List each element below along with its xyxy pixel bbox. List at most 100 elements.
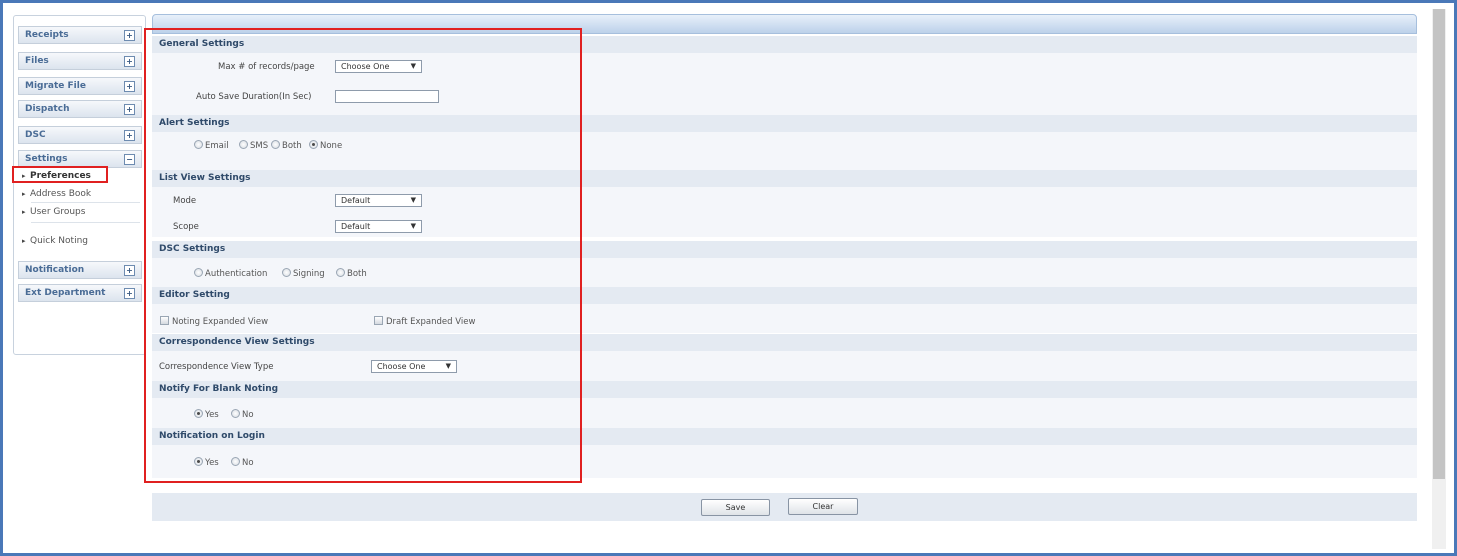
sidebar-item-label: Address Book <box>30 189 92 199</box>
chevron-down-icon: ▼ <box>410 196 416 204</box>
expand-icon[interactable]: + <box>124 81 135 92</box>
list-view-settings-body: Mode Default ▼ Scope Default ▼ <box>152 187 1417 237</box>
divider <box>31 202 140 203</box>
general-settings-body: Max # of records/page Choose One ▼ Auto S… <box>152 53 1417 115</box>
menu-label: Files <box>25 56 49 66</box>
section-dsc-settings: DSC Settings <box>152 241 1417 258</box>
menu-files[interactable]: Files + <box>18 52 142 70</box>
menu-label: Migrate File <box>25 81 86 91</box>
arrow-icon: ▸ <box>22 237 26 245</box>
noting-expanded-checkbox[interactable] <box>160 316 169 325</box>
login-notif-yes-label: Yes <box>205 458 219 468</box>
section-editor-setting: Editor Setting <box>152 287 1417 304</box>
panel-header-bar <box>152 14 1417 34</box>
section-general-settings: General Settings <box>152 36 1417 53</box>
dsc-settings-body: Authentication Signing Both <box>152 258 1417 287</box>
menu-label: Notification <box>25 265 85 275</box>
expand-icon[interactable]: + <box>124 265 135 276</box>
save-button[interactable]: Save <box>701 499 770 516</box>
sidebar: Receipts + Files + Migrate File + Dispatch +… <box>13 15 146 355</box>
menu-label: Ext Department <box>25 288 106 298</box>
section-correspondence-view-settings: Correspondence View Settings <box>152 334 1417 351</box>
alert-sms-radio[interactable] <box>239 140 248 149</box>
blank-noting-no-radio[interactable] <box>231 409 240 418</box>
alert-none-label: None <box>320 141 343 151</box>
expand-icon[interactable]: + <box>124 104 135 115</box>
menu-dispatch[interactable]: Dispatch + <box>18 100 142 118</box>
sidebar-item-user-groups[interactable]: ▸ User Groups <box>18 207 142 217</box>
expand-icon[interactable]: + <box>124 30 135 41</box>
menu-label: DSC <box>25 130 46 140</box>
max-records-select[interactable]: Choose One ▼ <box>335 60 422 73</box>
correspondence-type-select[interactable]: Choose One ▼ <box>371 360 457 373</box>
correspondence-settings-body: Correspondence View Type Choose One ▼ <box>152 351 1417 381</box>
chevron-down-icon: ▼ <box>410 62 416 70</box>
dsc-both-radio[interactable] <box>336 268 345 277</box>
sidebar-item-address-book[interactable]: ▸ Address Book <box>18 189 142 199</box>
alert-none-radio[interactable] <box>309 140 318 149</box>
scope-select[interactable]: Default ▼ <box>335 220 422 233</box>
dsc-signing-label: Signing <box>293 269 325 279</box>
blank-noting-yes-radio[interactable] <box>194 409 203 418</box>
blank-noting-yes-label: Yes <box>205 410 219 420</box>
dsc-signing-radio[interactable] <box>282 268 291 277</box>
menu-dsc[interactable]: DSC + <box>18 126 142 144</box>
login-notif-no-radio[interactable] <box>231 457 240 466</box>
scope-label: Scope <box>173 222 199 232</box>
dsc-authentication-label: Authentication <box>205 269 268 279</box>
max-records-label: Max # of records/page <box>218 62 315 72</box>
correspondence-type-label: Correspondence View Type <box>159 362 274 372</box>
alert-both-radio[interactable] <box>271 140 280 149</box>
login-notification-body: Yes No <box>152 445 1417 478</box>
alert-settings-body: Email SMS Both None <box>152 132 1417 170</box>
menu-migrate-file[interactable]: Migrate File + <box>18 77 142 95</box>
sidebar-item-label: Quick Noting <box>30 236 88 246</box>
menu-receipts[interactable]: Receipts + <box>18 26 142 44</box>
alert-both-label: Both <box>282 141 302 151</box>
blank-noting-body: Yes No <box>152 398 1417 428</box>
alert-sms-label: SMS <box>250 141 269 151</box>
alert-email-radio[interactable] <box>194 140 203 149</box>
menu-notification[interactable]: Notification + <box>18 261 142 279</box>
expand-icon[interactable]: + <box>124 130 135 141</box>
mode-label: Mode <box>173 196 197 206</box>
button-bar: Save Clear <box>152 493 1417 521</box>
sidebar-item-label: User Groups <box>30 207 86 217</box>
collapse-icon[interactable]: − <box>124 154 135 165</box>
sidebar-item-quick-noting[interactable]: ▸ Quick Noting <box>18 236 142 246</box>
arrow-icon: ▸ <box>22 190 26 198</box>
auto-save-input[interactable] <box>335 90 439 103</box>
menu-label: Settings <box>25 154 68 164</box>
section-notify-blank-noting: Notify For Blank Noting <box>152 381 1417 398</box>
draft-expanded-label: Draft Expanded View <box>386 317 476 327</box>
section-list-view-settings: List View Settings <box>152 170 1417 187</box>
dsc-both-label: Both <box>347 269 367 279</box>
login-notif-no-label: No <box>242 458 254 468</box>
draft-expanded-checkbox[interactable] <box>374 316 383 325</box>
menu-label: Receipts <box>25 30 69 40</box>
expand-icon[interactable]: + <box>124 288 135 299</box>
chevron-down-icon: ▼ <box>445 362 451 370</box>
menu-ext-department[interactable]: Ext Department + <box>18 284 142 302</box>
select-value: Default <box>341 222 371 231</box>
clear-button[interactable]: Clear <box>788 498 858 515</box>
noting-expanded-label: Noting Expanded View <box>172 317 269 327</box>
select-value: Choose One <box>377 362 426 371</box>
menu-label: Dispatch <box>25 104 70 114</box>
preferences-highlight <box>12 166 108 183</box>
scrollbar-thumb[interactable] <box>1433 9 1445 479</box>
chevron-down-icon: ▼ <box>410 222 416 230</box>
expand-icon[interactable]: + <box>124 56 135 67</box>
section-notification-on-login: Notification on Login <box>152 428 1417 445</box>
preferences-panel: General Settings Max # of records/page C… <box>152 14 1417 534</box>
blank-noting-no-label: No <box>242 410 254 420</box>
section-alert-settings: Alert Settings <box>152 115 1417 132</box>
auto-save-label: Auto Save Duration(In Sec) <box>196 92 312 102</box>
dsc-authentication-radio[interactable] <box>194 268 203 277</box>
editor-setting-body: Noting Expanded View Draft Expanded View <box>152 304 1417 333</box>
arrow-icon: ▸ <box>22 208 26 216</box>
mode-select[interactable]: Default ▼ <box>335 194 422 207</box>
select-value: Choose One <box>341 62 390 71</box>
select-value: Default <box>341 196 371 205</box>
login-notif-yes-radio[interactable] <box>194 457 203 466</box>
